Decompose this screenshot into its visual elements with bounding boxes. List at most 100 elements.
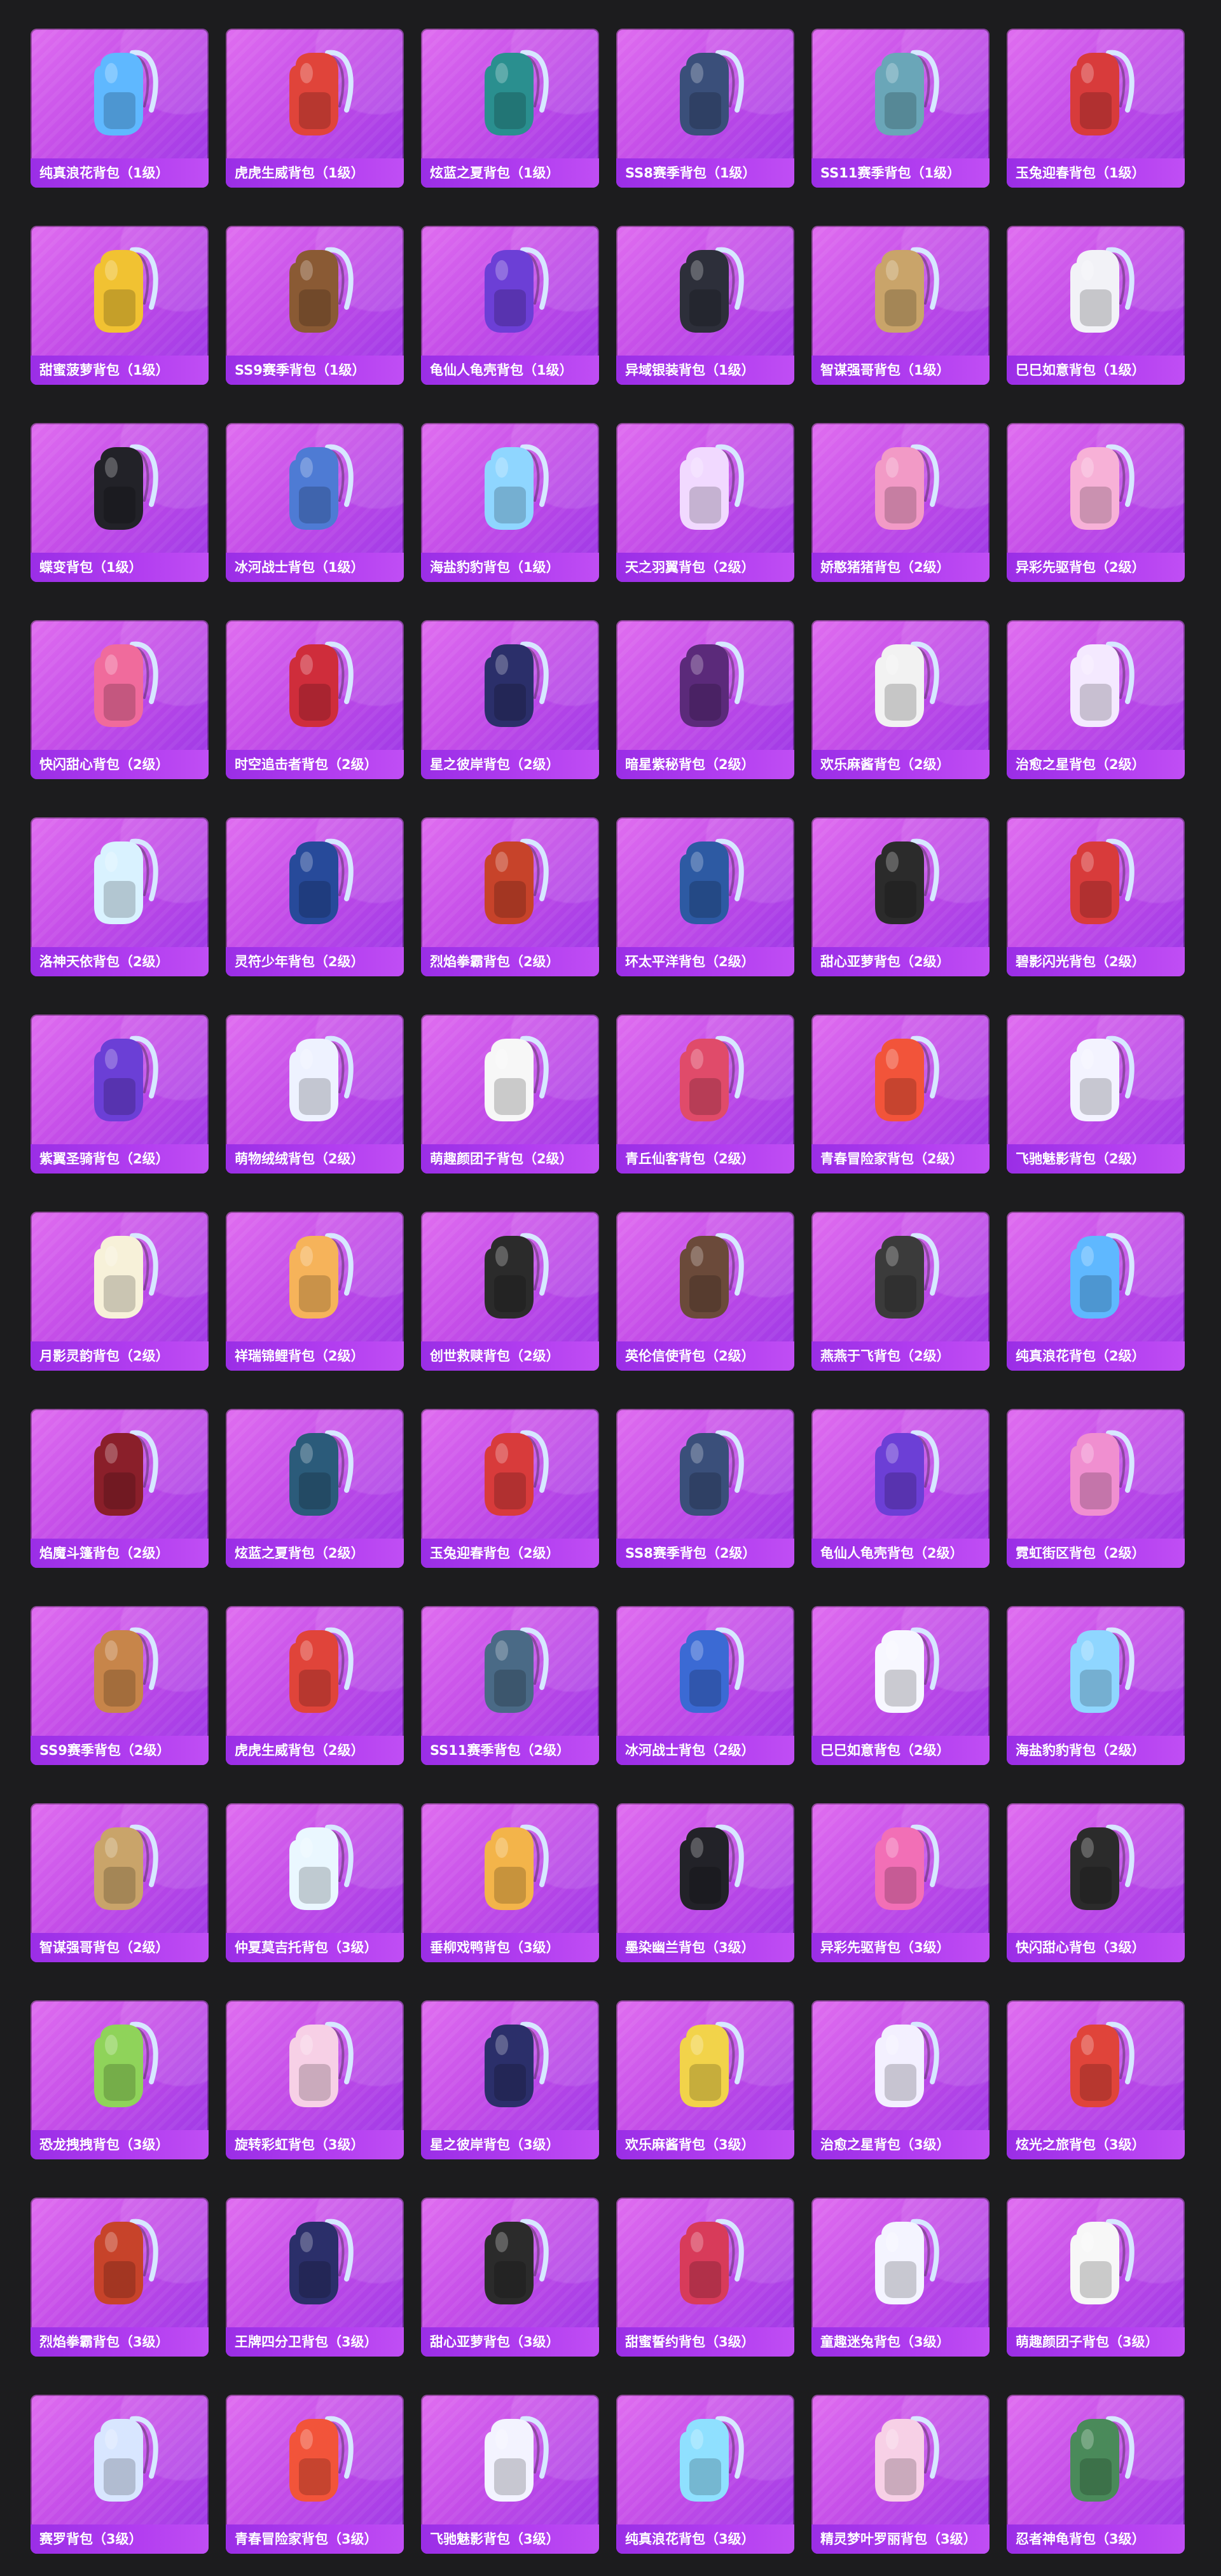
backpack-card[interactable]: 甜心亚萝背包（3级）: [421, 2198, 599, 2357]
backpack-card[interactable]: 焰魔斗篷背包（2级）: [31, 1409, 209, 1568]
backpack-card[interactable]: 甜蜜菠萝背包（1级）: [31, 226, 209, 385]
backpack-card[interactable]: SS8赛季背包（1级）: [616, 29, 794, 188]
backpack-card[interactable]: 王牌四分卫背包（3级）: [226, 2198, 404, 2357]
backpack-card[interactable]: 纯真浪花背包（1级）: [31, 29, 209, 188]
backpack-icon: [485, 1627, 549, 1713]
backpack-card[interactable]: 异彩先驱背包（3级）: [811, 1803, 990, 1962]
backpack-card[interactable]: 恐龙拽拽背包（3级）: [31, 2000, 209, 2159]
backpack-card[interactable]: 智谋强哥背包（1级）: [811, 226, 990, 385]
backpack-card[interactable]: 灵符少年背包（2级）: [226, 817, 404, 976]
backpack-card[interactable]: 治愈之星背包（3级）: [811, 2000, 990, 2159]
backpack-label: SS9赛季背包（1级）: [226, 356, 404, 385]
backpack-card[interactable]: 烈焰拳霸背包（2级）: [421, 817, 599, 976]
backpack-card[interactable]: 异彩先驱背包（2级）: [1007, 423, 1185, 582]
backpack-card[interactable]: 虎虎生威背包（2级）: [226, 1606, 404, 1765]
backpack-card[interactable]: 炫蓝之夏背包（1级）: [421, 29, 599, 188]
cup-backpack-icon: [680, 2416, 744, 2502]
backpack-card[interactable]: SS9赛季背包（1级）: [226, 226, 404, 385]
backpack-card[interactable]: 赛罗背包（3级）: [31, 2395, 209, 2554]
backpack-card[interactable]: 忍者神龟背包（3级）: [1007, 2395, 1185, 2554]
backpack-card[interactable]: 时空追击者背包（2级）: [226, 620, 404, 779]
backpack-card[interactable]: 英伦信使背包（2级）: [616, 1212, 794, 1371]
backpack-icon: [1070, 50, 1135, 135]
backpack-card[interactable]: 巳巳如意背包（2级）: [811, 1606, 990, 1765]
backpack-card[interactable]: 甜蜜誓约背包（3级）: [616, 2198, 794, 2357]
backpack-card[interactable]: 星之彼岸背包（2级）: [421, 620, 599, 779]
backpack-card[interactable]: 洛神天依背包（2级）: [31, 817, 209, 976]
backpack-card[interactable]: 天之羽翼背包（2级）: [616, 423, 794, 582]
backpack-card[interactable]: 海盐豹豹背包（2级）: [1007, 1606, 1185, 1765]
backpack-card[interactable]: 纯真浪花背包（3级）: [616, 2395, 794, 2554]
backpack-label: 快闪甜心背包（3级）: [1007, 1933, 1185, 1962]
backpack-card[interactable]: 智谋强哥背包（2级）: [31, 1803, 209, 1962]
backpack-label: 月影灵韵背包（2级）: [31, 1341, 209, 1371]
backpack-card[interactable]: 青丘仙客背包（2级）: [616, 1014, 794, 1174]
backpack-label: 炫光之旅背包（3级）: [1007, 2130, 1185, 2159]
backpack-card[interactable]: 玉兔迎春背包（2级）: [421, 1409, 599, 1568]
backpack-card[interactable]: SS11赛季背包（2级）: [421, 1606, 599, 1765]
backpack-card[interactable]: 精灵梦叶罗丽背包（3级）: [811, 2395, 990, 2554]
backpack-card[interactable]: 祥瑞锦鲤背包（2级）: [226, 1212, 404, 1371]
backpack-card[interactable]: 甜心亚萝背包（2级）: [811, 817, 990, 976]
backpack-card[interactable]: 欢乐麻酱背包（3级）: [616, 2000, 794, 2159]
backpack-card[interactable]: 纯真浪花背包（2级）: [1007, 1212, 1185, 1371]
backpack-label: 治愈之星背包（2级）: [1007, 750, 1185, 779]
backpack-card[interactable]: 童趣迷兔背包（3级）: [811, 2198, 990, 2357]
backpack-card[interactable]: 碧影闪光背包（2级）: [1007, 817, 1185, 976]
backpack-card[interactable]: 月影灵韵背包（2级）: [31, 1212, 209, 1371]
backpack-card[interactable]: 垂柳戏鸭背包（3级）: [421, 1803, 599, 1962]
backpack-card[interactable]: 娇憨猪猪背包（2级）: [811, 423, 990, 582]
backpack-card[interactable]: 飞驰魅影背包（3级）: [421, 2395, 599, 2554]
backpack-card[interactable]: SS11赛季背包（1级）: [811, 29, 990, 188]
backpack-icon: [289, 247, 354, 333]
backpack-card[interactable]: 快闪甜心背包（2级）: [31, 620, 209, 779]
backpack-card[interactable]: 飞驰魅影背包（2级）: [1007, 1014, 1185, 1174]
backpack-icon: [94, 641, 158, 727]
backpack-icon: [1070, 2021, 1135, 2107]
backpack-card[interactable]: 冰河战士背包（2级）: [616, 1606, 794, 1765]
backpack-card[interactable]: SS8赛季背包（2级）: [616, 1409, 794, 1568]
backpack-card[interactable]: 龟仙人龟壳背包（2级）: [811, 1409, 990, 1568]
backpack-card[interactable]: 青春冒险家背包（2级）: [811, 1014, 990, 1174]
backpack-card[interactable]: 仲夏莫吉托背包（3级）: [226, 1803, 404, 1962]
backpack-card[interactable]: 玉兔迎春背包（1级）: [1007, 29, 1185, 188]
backpack-label: 仲夏莫吉托背包（3级）: [226, 1933, 404, 1962]
backpack-card[interactable]: 旋转彩虹背包（3级）: [226, 2000, 404, 2159]
backpack-card[interactable]: 霓虹街区背包（2级）: [1007, 1409, 1185, 1568]
backpack-card[interactable]: 萌趣颜团子背包（3级）: [1007, 2198, 1185, 2357]
backpack-card[interactable]: 虎虎生威背包（1级）: [226, 29, 404, 188]
backpack-icon: [875, 2416, 939, 2502]
backpack-card[interactable]: 炫光之旅背包（3级）: [1007, 2000, 1185, 2159]
backpack-card[interactable]: 快闪甜心背包（3级）: [1007, 1803, 1185, 1962]
backpack-icon: [289, 1035, 354, 1121]
backpack-label: 焰魔斗篷背包（2级）: [31, 1539, 209, 1568]
backpack-label: 洛神天依背包（2级）: [31, 947, 209, 976]
backpack-card[interactable]: 巳巳如意背包（1级）: [1007, 226, 1185, 385]
backpack-icon: [94, 2416, 158, 2502]
backpack-card[interactable]: 墨染幽兰背包（3级）: [616, 1803, 794, 1962]
backpack-label: 星之彼岸背包（3级）: [421, 2130, 599, 2159]
backpack-card[interactable]: SS9赛季背包（2级）: [31, 1606, 209, 1765]
backpack-card[interactable]: 龟仙人龟壳背包（1级）: [421, 226, 599, 385]
backpack-label: 飞驰魅影背包（3级）: [421, 2524, 599, 2554]
backpack-icon: [1070, 1430, 1135, 1516]
backpack-card[interactable]: 星之彼岸背包（3级）: [421, 2000, 599, 2159]
backpack-card[interactable]: 紫翼圣骑背包（2级）: [31, 1014, 209, 1174]
backpack-card[interactable]: 蝶变背包（1级）: [31, 423, 209, 582]
backpack-card[interactable]: 创世救赎背包（2级）: [421, 1212, 599, 1371]
backpack-card[interactable]: 治愈之星背包（2级）: [1007, 620, 1185, 779]
backpack-card[interactable]: 暗星紫秘背包（2级）: [616, 620, 794, 779]
backpack-label: 娇憨猪猪背包（2级）: [811, 553, 990, 582]
backpack-card[interactable]: 欢乐麻酱背包（2级）: [811, 620, 990, 779]
backpack-card[interactable]: 燕燕于飞背包（2级）: [811, 1212, 990, 1371]
backpack-card[interactable]: 萌物绒绒背包（2级）: [226, 1014, 404, 1174]
backpack-card[interactable]: 异域银装背包（1级）: [616, 226, 794, 385]
backpack-card[interactable]: 冰河战士背包（1级）: [226, 423, 404, 582]
backpack-card[interactable]: 青春冒险家背包（3级）: [226, 2395, 404, 2554]
backpack-card[interactable]: 环太平洋背包（2级）: [616, 817, 794, 976]
backpack-card[interactable]: 海盐豹豹背包（1级）: [421, 423, 599, 582]
backpack-card[interactable]: 炫蓝之夏背包（2级）: [226, 1409, 404, 1568]
backpack-card[interactable]: 萌趣颜团子背包（2级）: [421, 1014, 599, 1174]
backpack-label: 海盐豹豹背包（1级）: [421, 553, 599, 582]
backpack-card[interactable]: 烈焰拳霸背包（3级）: [31, 2198, 209, 2357]
